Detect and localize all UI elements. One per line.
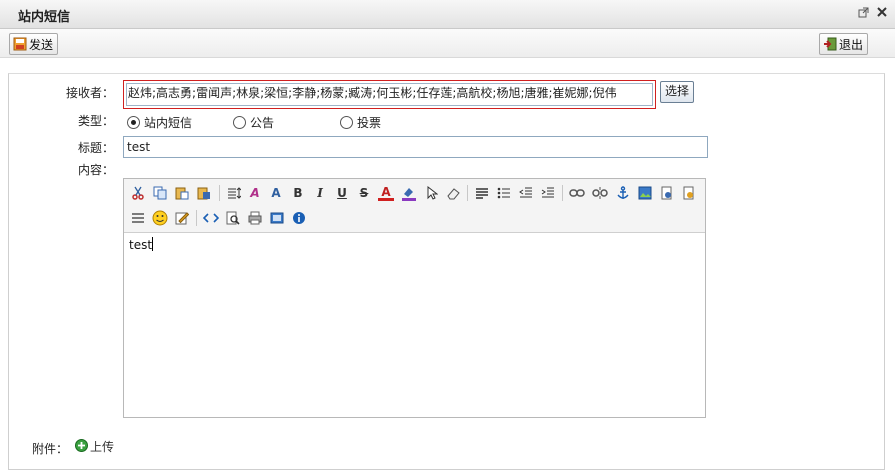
subject-label: 标题： [78, 141, 115, 155]
paste-word-icon[interactable] [196, 185, 212, 201]
spellcheck-icon[interactable]: A [247, 185, 263, 201]
font-color-icon[interactable]: A [378, 185, 394, 201]
editor-toolbar: A A B I U S A [124, 179, 705, 233]
toolbar-separator [467, 185, 468, 201]
attachment-label: 附件： [32, 442, 69, 456]
type-option-label: 投票 [357, 116, 382, 130]
type-option-label: 站内短信 [144, 116, 193, 130]
upload-button[interactable]: 上传 [75, 438, 114, 455]
preview-icon[interactable] [225, 210, 241, 226]
recipients-field-wrapper: 赵炜;高志勇;雷闻声;林泉;梁恒;李静;杨蒙;臧涛;何玉彬;任存莲;高航校;杨旭… [123, 80, 656, 109]
editor-content-area[interactable]: test [129, 237, 154, 252]
type-radio-message[interactable]: 站内短信 [127, 114, 192, 131]
toolbar-separator [196, 210, 197, 226]
bullet-list-icon[interactable] [496, 185, 512, 201]
subject-input[interactable]: test [123, 136, 708, 158]
print-icon[interactable] [247, 210, 263, 226]
add-icon [75, 438, 88, 455]
fullscreen-icon[interactable] [269, 210, 285, 226]
image-icon[interactable] [637, 185, 653, 201]
recipient-label: 接收者： [66, 86, 115, 100]
upload-label: 上传 [90, 440, 115, 454]
action-toolbar: 发送 退出 [0, 29, 895, 58]
indent-icon[interactable] [540, 185, 556, 201]
send-icon [13, 37, 27, 51]
unlink-icon[interactable] [592, 185, 608, 201]
bold-icon[interactable]: B [290, 185, 306, 201]
window-titlebar: 站内短信 [0, 0, 895, 29]
cut-icon[interactable] [130, 185, 146, 201]
type-radio-vote[interactable]: 投票 [340, 114, 381, 131]
exit-icon [823, 37, 837, 51]
select-cursor-icon[interactable] [424, 185, 440, 201]
anchor-icon[interactable] [615, 185, 631, 201]
window-title: 站内短信 [18, 10, 71, 25]
emoticon-icon[interactable] [152, 210, 168, 226]
about-info-icon[interactable] [291, 210, 307, 226]
radio-icon [233, 116, 246, 129]
flash-icon[interactable] [659, 185, 675, 201]
close-icon[interactable] [876, 7, 888, 19]
radio-icon [340, 116, 353, 129]
align-icon[interactable] [474, 185, 490, 201]
eraser-icon[interactable] [445, 185, 461, 201]
type-option-label: 公告 [250, 116, 275, 130]
choose-recipients-button[interactable]: 选择 [660, 81, 695, 103]
italic-icon[interactable]: I [312, 185, 328, 201]
link-icon[interactable] [569, 185, 585, 201]
text-caret [152, 237, 154, 251]
send-label: 发送 [29, 37, 54, 52]
copy-icon[interactable] [152, 185, 168, 201]
exit-button[interactable]: 退出 [819, 33, 869, 55]
popout-icon[interactable] [857, 7, 869, 19]
paste-icon[interactable] [174, 185, 190, 201]
strikethrough-icon[interactable]: S [356, 185, 372, 201]
outdent-icon[interactable] [518, 185, 534, 201]
media-icon[interactable] [681, 185, 697, 201]
content-label: 内容： [78, 163, 115, 177]
rich-text-editor: A A B I U S A test [123, 178, 706, 418]
recipients-input[interactable]: 赵炜;高志勇;雷闻声;林泉;梁恒;李静;杨蒙;臧涛;何玉彬;任存莲;高航校;杨旭… [126, 83, 653, 106]
edit-note-icon[interactable] [174, 210, 190, 226]
font-size-icon[interactable]: A [268, 185, 284, 201]
toolbar-separator [562, 185, 563, 201]
horizontal-rule-icon[interactable] [130, 210, 146, 226]
send-button[interactable]: 发送 [9, 33, 59, 55]
type-label: 类型： [78, 114, 115, 128]
editor-content-text: test [129, 238, 153, 252]
source-code-icon[interactable] [203, 210, 219, 226]
line-height-icon[interactable] [226, 185, 242, 201]
underline-icon[interactable]: U [334, 185, 350, 201]
highlight-color-icon[interactable] [401, 185, 417, 201]
exit-label: 退出 [839, 37, 864, 52]
radio-selected-icon [127, 116, 140, 129]
type-radio-announcement[interactable]: 公告 [233, 114, 274, 131]
toolbar-separator [219, 185, 220, 201]
